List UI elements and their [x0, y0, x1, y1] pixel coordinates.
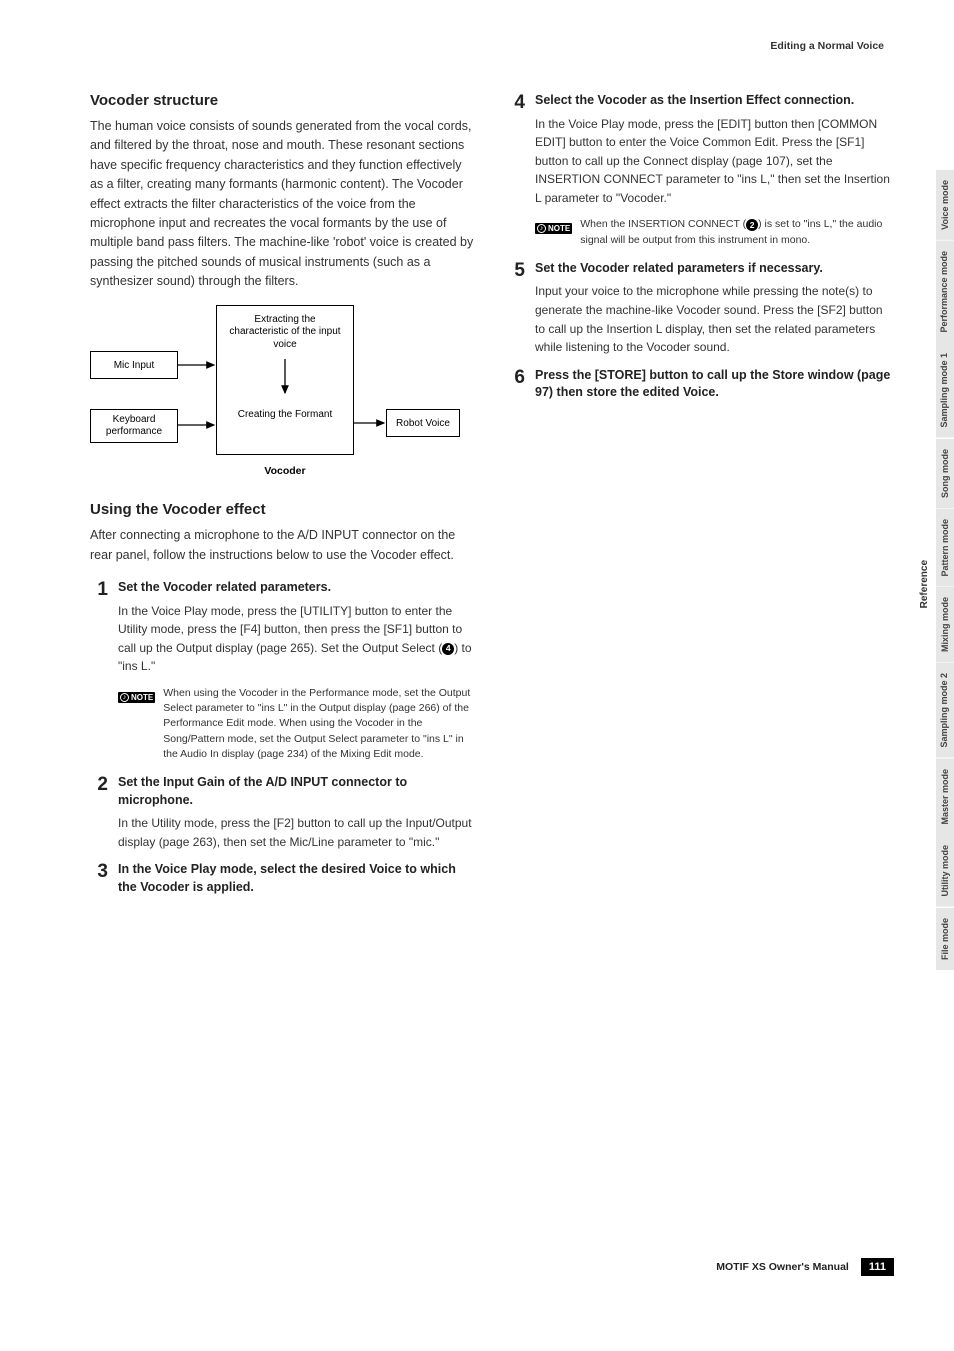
step-3: 3 In the Voice Play mode, select the des… [90, 861, 477, 901]
left-column: Vocoder structure The human voice consis… [90, 92, 477, 911]
tab-voice-mode[interactable]: Voice mode [936, 170, 954, 241]
step-number-4: 4 [507, 92, 525, 207]
right-column: 4 Select the Vocoder as the Insertion Ef… [507, 92, 894, 911]
two-column-layout: Vocoder structure The human voice consis… [90, 92, 894, 911]
diagram-arrows [90, 309, 470, 469]
tab-file-mode[interactable]: File mode [936, 908, 954, 971]
footer-book-title: MOTIF XS Owner's Manual [716, 1261, 849, 1273]
step-1-text: In the Voice Play mode, press the [UTILI… [118, 602, 477, 676]
note-icon: ♪NOTE [535, 217, 572, 247]
step-number-3: 3 [90, 861, 108, 901]
step-5-text: Input your voice to the microphone while… [535, 282, 894, 356]
step-number-5: 5 [507, 260, 525, 357]
reference-label: Reference [919, 560, 930, 608]
step-number-1: 1 [90, 579, 108, 676]
vocoder-structure-text: The human voice consists of sounds gener… [90, 117, 477, 291]
page-number: 111 [861, 1258, 894, 1276]
note-icon: ♪NOTE [118, 686, 155, 762]
note-1: ♪NOTE When using the Vocoder in the Perf… [90, 686, 477, 762]
step-4: 4 Select the Vocoder as the Insertion Ef… [507, 92, 894, 207]
step-6-title: Press the [STORE] button to call up the … [535, 367, 894, 402]
section-header: Editing a Normal Voice [90, 40, 894, 52]
note-2-text-a: When the INSERTION CONNECT ( [580, 218, 746, 230]
step-1: 1 Set the Vocoder related parameters. In… [90, 579, 477, 676]
tab-sampling-mode-1[interactable]: Sampling mode 1 [936, 343, 954, 439]
diagram-caption: Vocoder [216, 465, 354, 477]
note-label: NOTE [548, 224, 570, 233]
page-footer: MOTIF XS Owner's Manual 111 [716, 1258, 894, 1276]
tab-sampling-mode-2[interactable]: Sampling mode 2 [936, 663, 954, 759]
tab-song-mode[interactable]: Song mode [936, 439, 954, 509]
note-2: ♪NOTE When the INSERTION CONNECT (2) is … [507, 217, 894, 247]
circled-2-icon: 2 [746, 219, 758, 231]
step-5: 5 Set the Vocoder related parameters if … [507, 260, 894, 357]
tab-utility-mode[interactable]: Utility mode [936, 835, 954, 908]
step-5-title: Set the Vocoder related parameters if ne… [535, 260, 894, 278]
tab-pattern-mode[interactable]: Pattern mode [936, 509, 954, 588]
step-2-text: In the Utility mode, press the [F2] butt… [118, 814, 477, 851]
heading-vocoder-structure: Vocoder structure [90, 92, 477, 109]
note-1-text: When using the Vocoder in the Performanc… [163, 686, 477, 762]
step-2-title: Set the Input Gain of the A/D INPUT conn… [118, 774, 477, 809]
tab-performance-mode[interactable]: Performance mode [936, 241, 954, 344]
tab-master-mode[interactable]: Master mode [936, 759, 954, 836]
note-label: NOTE [131, 693, 153, 702]
tab-mixing-mode[interactable]: Mixing mode [936, 587, 954, 663]
step-number-2: 2 [90, 774, 108, 851]
step-6: 6 Press the [STORE] button to call up th… [507, 367, 894, 407]
circled-4-icon: 4 [442, 643, 454, 655]
side-tabs: Voice mode Performance mode Sampling mod… [936, 170, 954, 971]
step-number-6: 6 [507, 367, 525, 407]
step-4-text: In the Voice Play mode, press the [EDIT]… [535, 115, 894, 208]
step-1-title: Set the Vocoder related parameters. [118, 579, 477, 597]
heading-using-vocoder: Using the Vocoder effect [90, 501, 477, 518]
step-2: 2 Set the Input Gain of the A/D INPUT co… [90, 774, 477, 851]
step-4-title: Select the Vocoder as the Insertion Effe… [535, 92, 894, 110]
note-2-text: When the INSERTION CONNECT (2) is set to… [580, 217, 894, 247]
step-1-text-a: In the Voice Play mode, press the [UTILI… [118, 604, 462, 655]
step-3-title: In the Voice Play mode, select the desir… [118, 861, 477, 896]
using-vocoder-intro: After connecting a microphone to the A/D… [90, 526, 477, 565]
vocoder-diagram: Mic Input Keyboard performance Extractin… [90, 309, 477, 477]
